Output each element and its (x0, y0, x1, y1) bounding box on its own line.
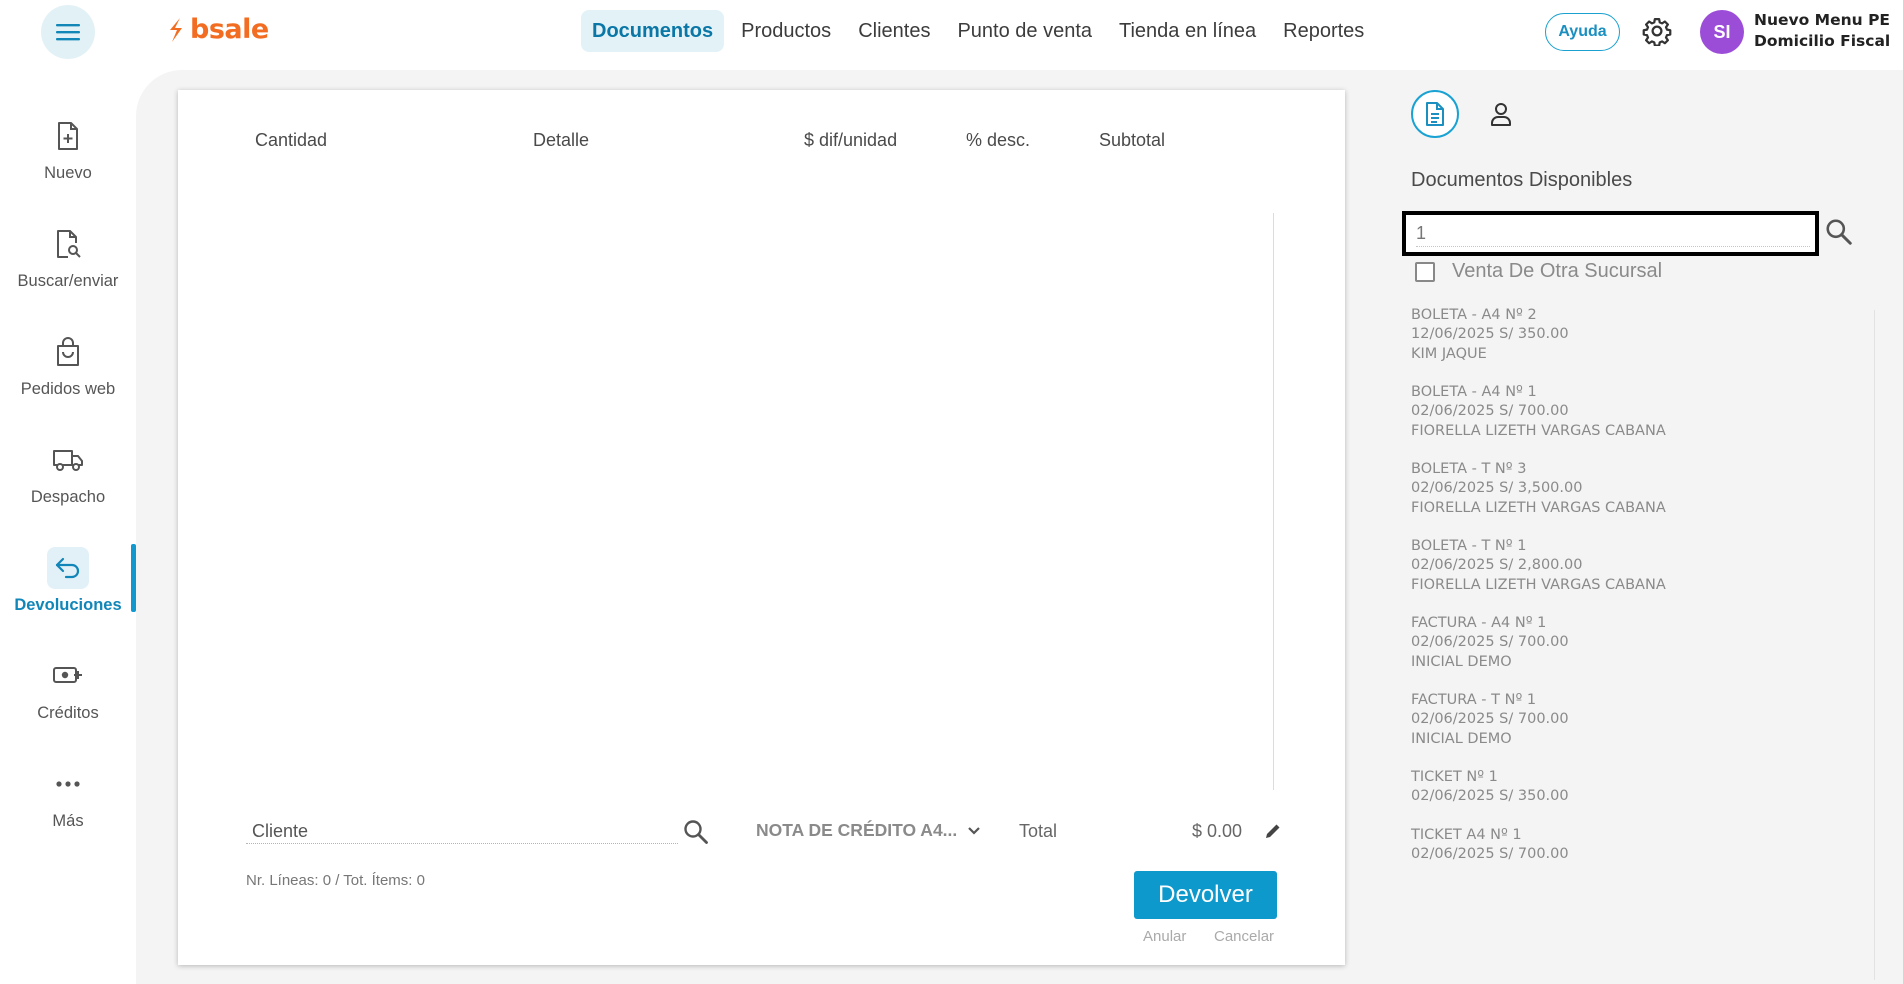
nav-reportes[interactable]: Reportes (1273, 10, 1374, 52)
user-info[interactable]: Nuevo Menu PE Domicilio Fiscal (1754, 10, 1890, 52)
column-header-detalle: Detalle (533, 130, 590, 150)
file-search-icon (47, 223, 89, 265)
sidebar-item-label: Despacho (30, 488, 106, 506)
tab-documents[interactable] (1411, 90, 1459, 138)
document-type-value: NOTA DE CRÉDITO A4... (756, 820, 958, 840)
devolver-button[interactable]: Devolver (1134, 871, 1277, 919)
tab-client[interactable] (1486, 97, 1516, 131)
hamburger-icon (56, 24, 80, 41)
list-item[interactable]: BOLETA - T Nº 3 02/06/2025 S/ 3,500.00 F… (1411, 460, 1871, 518)
column-header-cantidad: Cantidad (255, 130, 328, 150)
hamburger-menu-button[interactable] (41, 5, 95, 59)
column-header-dif-unidad: $ dif/unidad (804, 130, 898, 150)
other-branch-checkbox[interactable] (1415, 262, 1435, 282)
sidebar: Nuevo Buscar/enviar Pedidos web Despacho… (0, 64, 136, 984)
sidebar-item-devoluciones[interactable]: Devoluciones (0, 543, 136, 638)
documents-search-box[interactable]: 1 (1402, 211, 1819, 256)
list-item[interactable]: FACTURA - A4 Nº 1 02/06/2025 S/ 700.00 I… (1411, 614, 1871, 672)
sidebar-item-label: Créditos (37, 704, 99, 722)
sidebar-item-label: Devoluciones (14, 596, 122, 614)
lines-items-count: Nr. Líneas: 0 / Tot. Ítems: 0 (246, 872, 425, 889)
column-header-descuento: % desc. (966, 130, 1031, 150)
available-documents-list: BOLETA - A4 Nº 2 12/06/2025 S/ 350.00 KI… (1411, 306, 1871, 883)
sidebar-item-despacho[interactable]: Despacho (0, 435, 136, 530)
client-input[interactable]: Cliente (246, 818, 678, 844)
document-icon (1426, 102, 1444, 126)
anular-link[interactable]: Anular (1143, 928, 1186, 945)
list-item[interactable]: TICKET Nº 1 02/06/2025 S/ 350.00 (1411, 768, 1871, 807)
shopping-bag-icon (47, 331, 89, 373)
file-plus-icon (47, 115, 89, 157)
sidebar-item-nuevo[interactable]: Nuevo (0, 111, 136, 206)
money-plus-icon (47, 655, 89, 697)
sidebar-item-mas[interactable]: Más (0, 759, 136, 854)
list-item[interactable]: FACTURA - T Nº 1 02/06/2025 S/ 700.00 IN… (1411, 691, 1871, 749)
sidebar-item-label: Buscar/enviar (17, 272, 119, 290)
main-nav: Documentos Productos Clientes Punto de v… (581, 10, 1381, 52)
column-header-subtotal: Subtotal (1099, 130, 1166, 150)
bsale-logo[interactable]: bsale (166, 14, 269, 45)
sidebar-item-pedidos-web[interactable]: Pedidos web (0, 327, 136, 422)
gear-icon[interactable] (1642, 16, 1672, 46)
bsale-logo-icon (170, 17, 182, 42)
person-icon (1491, 103, 1511, 126)
sidebar-item-buscar-enviar[interactable]: Buscar/enviar (0, 219, 136, 314)
items-scrollbar[interactable] (1273, 213, 1274, 790)
sidebar-item-label: Pedidos web (20, 380, 116, 398)
help-button[interactable]: Ayuda (1545, 13, 1620, 51)
documents-list-scrollbar[interactable] (1874, 310, 1875, 980)
user-name: Nuevo Menu PE (1754, 11, 1891, 29)
sidebar-item-label: Nuevo (44, 164, 92, 182)
total-label: Total (1019, 821, 1058, 841)
nav-productos[interactable]: Productos (731, 10, 841, 52)
list-item[interactable]: TICKET A4 Nº 1 02/06/2025 S/ 700.00 (1411, 826, 1871, 865)
return-arrow-icon (47, 547, 89, 589)
documents-available-title: Documentos Disponibles (1411, 169, 1633, 191)
nav-clientes[interactable]: Clientes (848, 10, 940, 52)
list-item[interactable]: BOLETA - A4 Nº 1 02/06/2025 S/ 700.00 FI… (1411, 383, 1871, 441)
sidebar-item-label: Más (52, 812, 84, 830)
cancelar-link[interactable]: Cancelar (1214, 928, 1274, 945)
client-search-icon[interactable] (682, 818, 710, 846)
more-dots-icon (47, 763, 89, 805)
user-branch: Domicilio Fiscal (1754, 32, 1891, 50)
sidebar-item-creditos[interactable]: Créditos (0, 651, 136, 746)
truck-icon (47, 439, 89, 481)
chevron-down-icon (968, 826, 981, 835)
nav-documentos[interactable]: Documentos (581, 10, 725, 52)
logo-text: bsale (190, 14, 269, 45)
nav-punto-de-venta[interactable]: Punto de venta (947, 10, 1102, 52)
total-value: $ 0.00 (1192, 821, 1243, 841)
documents-search-input[interactable]: 1 (1416, 219, 1810, 247)
user-avatar[interactable]: SI (1700, 10, 1744, 54)
list-item[interactable]: BOLETA - A4 Nº 2 12/06/2025 S/ 350.00 KI… (1411, 306, 1871, 364)
document-type-select[interactable]: NOTA DE CRÉDITO A4... (756, 820, 981, 841)
documents-search-icon[interactable] (1824, 217, 1854, 247)
top-bar: bsale Documentos Productos Clientes Punt… (0, 0, 1903, 64)
list-item[interactable]: BOLETA - T Nº 1 02/06/2025 S/ 2,800.00 F… (1411, 537, 1871, 595)
other-branch-label[interactable]: Venta De Otra Sucursal (1452, 260, 1662, 283)
nav-tienda-en-linea[interactable]: Tienda en línea (1109, 10, 1266, 52)
pencil-icon[interactable] (1263, 821, 1283, 841)
